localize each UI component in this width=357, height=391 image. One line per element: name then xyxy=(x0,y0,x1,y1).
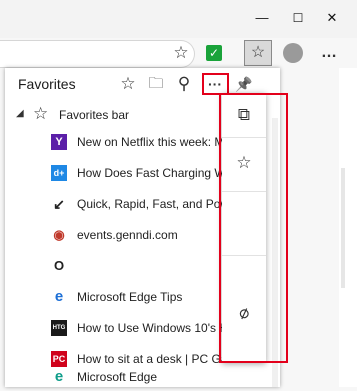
settings-more-icon[interactable]: … xyxy=(318,42,340,64)
arrow-favicon-icon: ↙ xyxy=(53,196,65,212)
ring-favicon-icon: O xyxy=(53,258,65,273)
folder-label: Favorites bar xyxy=(59,108,130,122)
expand-arrow-icon[interactable]: ◢ xyxy=(16,108,24,119)
address-bar[interactable] xyxy=(0,40,195,68)
favorite-item-label: New on Netflix this week: Movie xyxy=(77,135,235,149)
favorites-hub-button[interactable]: ☆ xyxy=(244,40,272,66)
more-options-highlight xyxy=(202,73,229,95)
add-to-favorites-icon[interactable]: ☆ xyxy=(170,42,192,64)
htg-favicon-icon: HTG xyxy=(51,320,67,336)
panel-title: Favorites xyxy=(18,76,76,92)
genndi-favicon-icon: ◉ xyxy=(53,227,65,242)
add-folder-icon[interactable]: 🗀 xyxy=(145,73,167,95)
menu-highlight xyxy=(219,93,288,363)
favorite-item-label: How to sit at a desk | PC Gamer xyxy=(77,352,235,366)
favorite-item-label: How to Use Windows 10's Hidd xyxy=(77,321,235,335)
minimize-icon[interactable]: — xyxy=(250,8,274,28)
site-favicon-icon: d+ xyxy=(51,165,67,181)
favorite-item-label: Quick, Rapid, Fast, and Power D xyxy=(77,197,235,211)
page-content-edge xyxy=(339,68,357,387)
favorite-item-label: How Does Fast Charging Work? xyxy=(77,166,235,180)
favorite-item-label: Microsoft Edge Tips xyxy=(77,290,183,304)
favorite-item-label: events.genndi.com xyxy=(77,228,178,242)
folder-star-icon: ☆ xyxy=(33,104,49,123)
edge-favicon-icon: e xyxy=(54,288,64,305)
close-icon[interactable]: ✕ xyxy=(320,8,344,28)
add-favorite-icon[interactable]: ☆ xyxy=(117,73,139,95)
maximize-icon[interactable]: ☐ xyxy=(286,8,310,28)
search-icon[interactable]: ⚲ xyxy=(173,73,195,95)
extension-check-icon[interactable]: ✓ xyxy=(206,45,222,61)
edge-favicon-icon: e xyxy=(54,368,64,385)
profile-avatar[interactable] xyxy=(283,43,303,63)
favorite-item-label: Microsoft Edge xyxy=(77,370,158,384)
pin-icon[interactable]: 📌 xyxy=(233,73,255,95)
yahoo-favicon-icon: Y xyxy=(51,134,67,150)
favorite-item[interactable]: e Microsoft Edge xyxy=(5,365,267,391)
